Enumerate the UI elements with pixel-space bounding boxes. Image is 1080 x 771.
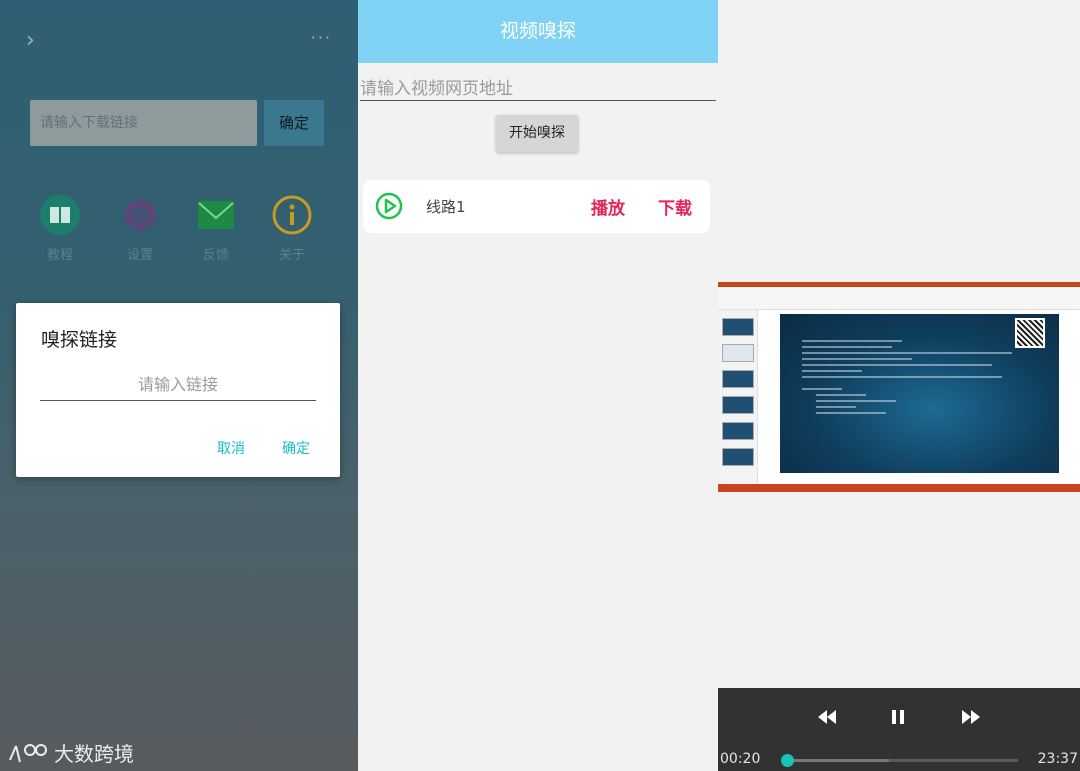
video-frame[interactable]: [718, 282, 1080, 492]
video-content-thumb: [722, 344, 754, 362]
slide-text-line: [802, 364, 992, 366]
result-list-item: 线路1 播放 下载: [363, 180, 710, 233]
menu-item-label: 关于: [278, 248, 305, 263]
book-icon: [40, 195, 80, 235]
video-url-input[interactable]: 请输入视频网页地址: [360, 74, 716, 101]
video-content-thumb: [722, 318, 754, 336]
download-button[interactable]: 下载: [658, 194, 692, 219]
menu-item-label: 设置: [126, 248, 153, 263]
download-confirm-button[interactable]: 确定: [264, 100, 324, 146]
result-name: 线路1: [426, 198, 466, 216]
slide-text-line: [802, 352, 1012, 354]
menu-item-settings[interactable]: 设置: [110, 194, 170, 263]
seek-thumb[interactable]: [781, 754, 794, 767]
confirm-button[interactable]: 确定: [282, 438, 310, 458]
video-sniff-panel: 视频嗅探 请输入视频网页地址 开始嗅探 线路1 播放 下载: [358, 0, 718, 771]
cancel-button[interactable]: 取消: [217, 438, 245, 458]
menu-item-label: 教程: [46, 248, 73, 263]
more-icon[interactable]: ···: [311, 28, 332, 47]
video-player-panel: 00:20 23:37: [718, 0, 1080, 771]
slide-text-line: [816, 412, 886, 414]
fast-forward-icon[interactable]: [962, 710, 980, 724]
download-link-input[interactable]: 请输入下载链接: [30, 100, 257, 146]
play-circle-icon[interactable]: [375, 192, 403, 220]
video-content-thumb: [722, 370, 754, 388]
app-home-panel: › ··· 请输入下载链接 确定 教程 设置 反馈 关于 嗅探链接 请输入链接 …: [0, 0, 358, 771]
qr-code-image: [1015, 318, 1045, 348]
buffered-bar: [787, 759, 889, 762]
slide-text-line: [816, 394, 866, 396]
current-time: 00:20: [720, 751, 761, 767]
seek-bar[interactable]: [781, 754, 1018, 767]
menu-item-about[interactable]: 关于: [262, 194, 322, 263]
feature-menu: 教程 设置 反馈 关于: [38, 194, 338, 264]
chevron-right-icon[interactable]: ›: [26, 28, 35, 53]
watermark-text: 大数跨境: [54, 742, 134, 766]
menu-item-feedback[interactable]: 反馈: [186, 194, 246, 263]
video-content-title-strip: [718, 282, 1080, 287]
slide-text-line: [816, 400, 896, 402]
video-content-thumb: [722, 422, 754, 440]
slide-text-line: [802, 388, 842, 390]
duration: 23:37: [1037, 751, 1078, 767]
slide-text-line: [802, 370, 862, 372]
sniff-link-dialog: 嗅探链接 请输入链接 取消 确定: [16, 303, 340, 477]
play-button[interactable]: 播放: [591, 194, 625, 219]
mail-icon: [198, 201, 234, 229]
start-sniff-button[interactable]: 开始嗅探: [496, 115, 578, 152]
watermark: 大数跨境: [8, 738, 134, 767]
slide-text-line: [802, 376, 1002, 378]
slide-text-line: [802, 346, 892, 348]
info-icon: [272, 195, 312, 235]
menu-item-tutorial[interactable]: 教程: [30, 194, 90, 263]
player-controls: 00:20 23:37: [718, 688, 1080, 771]
video-content-thumbnails: [718, 310, 758, 485]
video-content-thumb: [722, 448, 754, 466]
video-content-thumb: [722, 396, 754, 414]
video-content-ribbon: [718, 282, 1080, 310]
slide-text-line: [816, 406, 856, 408]
brand-logo-icon: [9, 743, 47, 762]
pause-icon[interactable]: [891, 710, 905, 724]
slide-text-line: [802, 340, 902, 342]
link-input[interactable]: 请输入链接: [40, 371, 316, 401]
menu-item-label: 反馈: [202, 248, 229, 263]
video-content-statusbar: [718, 484, 1080, 492]
gear-icon: [124, 199, 156, 231]
video-content-slide: [780, 314, 1059, 473]
page-title: 视频嗅探: [358, 0, 718, 63]
rewind-icon[interactable]: [818, 710, 836, 724]
dialog-title: 嗅探链接: [41, 329, 118, 351]
slide-text-line: [802, 358, 912, 360]
